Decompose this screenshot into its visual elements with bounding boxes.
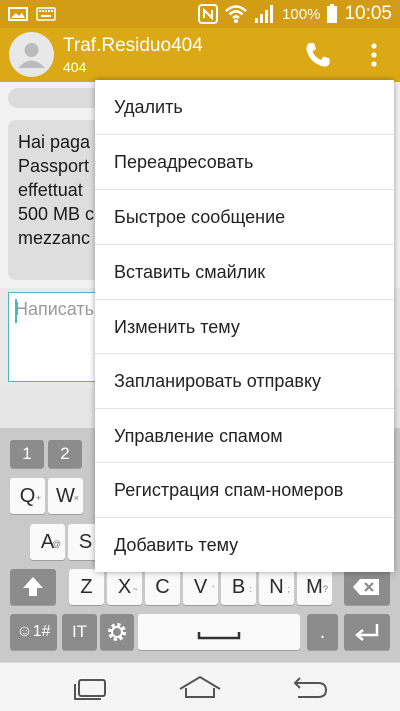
- message-input-placeholder: Написать: [15, 299, 95, 319]
- text-caret: [15, 299, 17, 323]
- key-b[interactable]: B:: [221, 569, 256, 605]
- keyboard-settings-key[interactable]: [100, 614, 134, 650]
- key-label: C: [155, 576, 170, 598]
- settings-icon: [108, 623, 126, 641]
- recent-apps-button[interactable]: [68, 671, 114, 705]
- key-label: S: [78, 531, 93, 553]
- menu-item-forward[interactable]: Переадресовать: [95, 135, 394, 189]
- conversation-header: Traf.Residuo404 404: [0, 28, 400, 82]
- menu-item-schedule-send[interactable]: Запланировать отправку: [95, 354, 394, 408]
- overflow-popup-menu: Удалить Переадресовать Быстрое сообщение…: [95, 80, 394, 572]
- overflow-menu-icon: [371, 43, 377, 67]
- home-button[interactable]: [177, 671, 223, 705]
- back-button[interactable]: [286, 671, 332, 705]
- key-2[interactable]: 2: [48, 440, 82, 468]
- clock: 10:05: [344, 3, 392, 24]
- back-icon: [293, 677, 328, 698]
- shift-key[interactable]: [10, 569, 56, 605]
- menu-item-add-subject[interactable]: Добавить тему: [95, 518, 394, 572]
- key-n[interactable]: N;: [259, 569, 294, 605]
- navigation-bar: [0, 662, 400, 711]
- enter-key[interactable]: [344, 614, 390, 650]
- key-hint: +: [35, 493, 41, 503]
- key-c[interactable]: C: [145, 569, 180, 605]
- key-1[interactable]: 1: [10, 440, 44, 468]
- key-hint: @: [51, 539, 61, 549]
- key-label: X: [117, 576, 132, 598]
- key-label: M: [306, 576, 323, 598]
- status-bar: 100% 10:05: [0, 0, 400, 28]
- key-hint: ×: [73, 493, 79, 503]
- space-key[interactable]: [138, 614, 300, 650]
- key-label: N: [269, 576, 284, 598]
- key-hint: ~: [132, 584, 138, 594]
- recent-apps-icon: [74, 679, 106, 700]
- menu-item-insert-smiley[interactable]: Вставить смайлик: [95, 245, 394, 299]
- overflow-menu-button[interactable]: [360, 38, 388, 72]
- menu-item-quick-message[interactable]: Быстрое сообщение: [95, 190, 394, 244]
- key-hint: ': [212, 584, 214, 594]
- menu-item-register-spam-numbers[interactable]: Регистрация спам-номеров: [95, 463, 394, 517]
- key-label: B: [231, 576, 246, 598]
- image-icon: [8, 7, 28, 21]
- language-key[interactable]: IT: [62, 614, 97, 650]
- key-q[interactable]: Q +: [10, 478, 45, 514]
- contact-avatar[interactable]: [9, 32, 54, 77]
- key-hint: ?: [322, 584, 328, 594]
- keyboard-icon: [36, 7, 56, 21]
- key-w[interactable]: W ×: [48, 478, 83, 514]
- battery-icon: [327, 4, 338, 23]
- backspace-icon: [353, 579, 379, 595]
- contact-name[interactable]: Traf.Residuo404: [63, 35, 203, 57]
- symbols-key[interactable]: ☺1#: [10, 614, 57, 650]
- battery-percent: 100%: [282, 5, 321, 23]
- call-button[interactable]: [300, 38, 336, 72]
- key-label: V: [193, 576, 208, 598]
- key-a[interactable]: A @: [30, 524, 65, 560]
- home-icon: [179, 675, 221, 698]
- period-key[interactable]: .: [307, 614, 338, 650]
- key-label: W: [56, 485, 75, 507]
- menu-item-delete[interactable]: Удалить: [95, 80, 394, 134]
- message-input[interactable]: Написать: [8, 292, 101, 382]
- key-m[interactable]: M?: [297, 569, 332, 605]
- key-z[interactable]: Z: [69, 569, 104, 605]
- signal-icon: [255, 5, 274, 23]
- key-hint: :: [249, 584, 252, 594]
- key-v[interactable]: V ': [183, 569, 218, 605]
- phone-icon: [306, 43, 330, 67]
- key-label: Q: [19, 485, 36, 507]
- key-hint: ;: [287, 584, 290, 594]
- key-x[interactable]: X ~: [107, 569, 142, 605]
- key-label: Z: [80, 576, 93, 598]
- menu-item-change-theme[interactable]: Изменить тему: [95, 300, 394, 354]
- menu-item-spam-management[interactable]: Управление спамом: [95, 409, 394, 463]
- enter-icon: [355, 624, 379, 641]
- contact-number: 404: [63, 59, 87, 75]
- contact-avatar-icon: [18, 43, 45, 68]
- shift-icon: [23, 577, 43, 596]
- nfc-icon: [198, 4, 219, 24]
- space-icon: [197, 632, 241, 640]
- wifi-icon: [225, 5, 247, 23]
- backspace-key[interactable]: [344, 569, 390, 605]
